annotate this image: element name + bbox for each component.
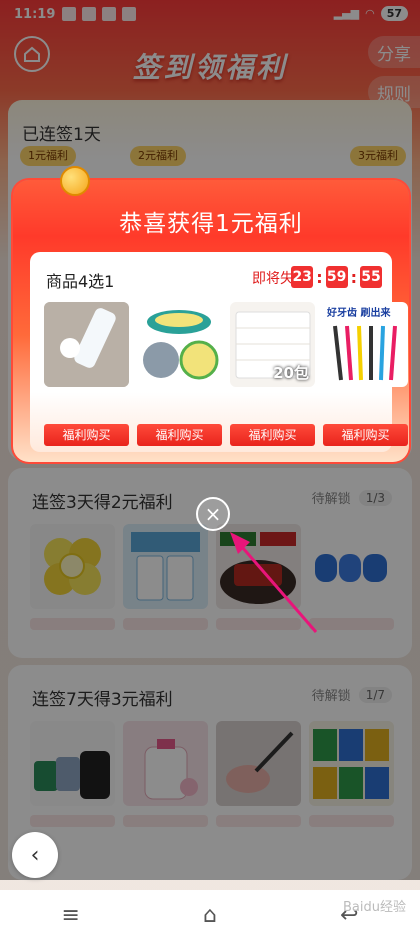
watermark: Baidu经验 (343, 900, 406, 915)
menu-icon[interactable]: ≡ (62, 903, 80, 928)
chevron-left-icon: ‹ (30, 842, 40, 868)
pointer-arrow-annotation (230, 532, 318, 633)
home-nav-icon[interactable]: ⌂ (203, 903, 217, 928)
back-button[interactable]: ‹ (12, 832, 58, 878)
